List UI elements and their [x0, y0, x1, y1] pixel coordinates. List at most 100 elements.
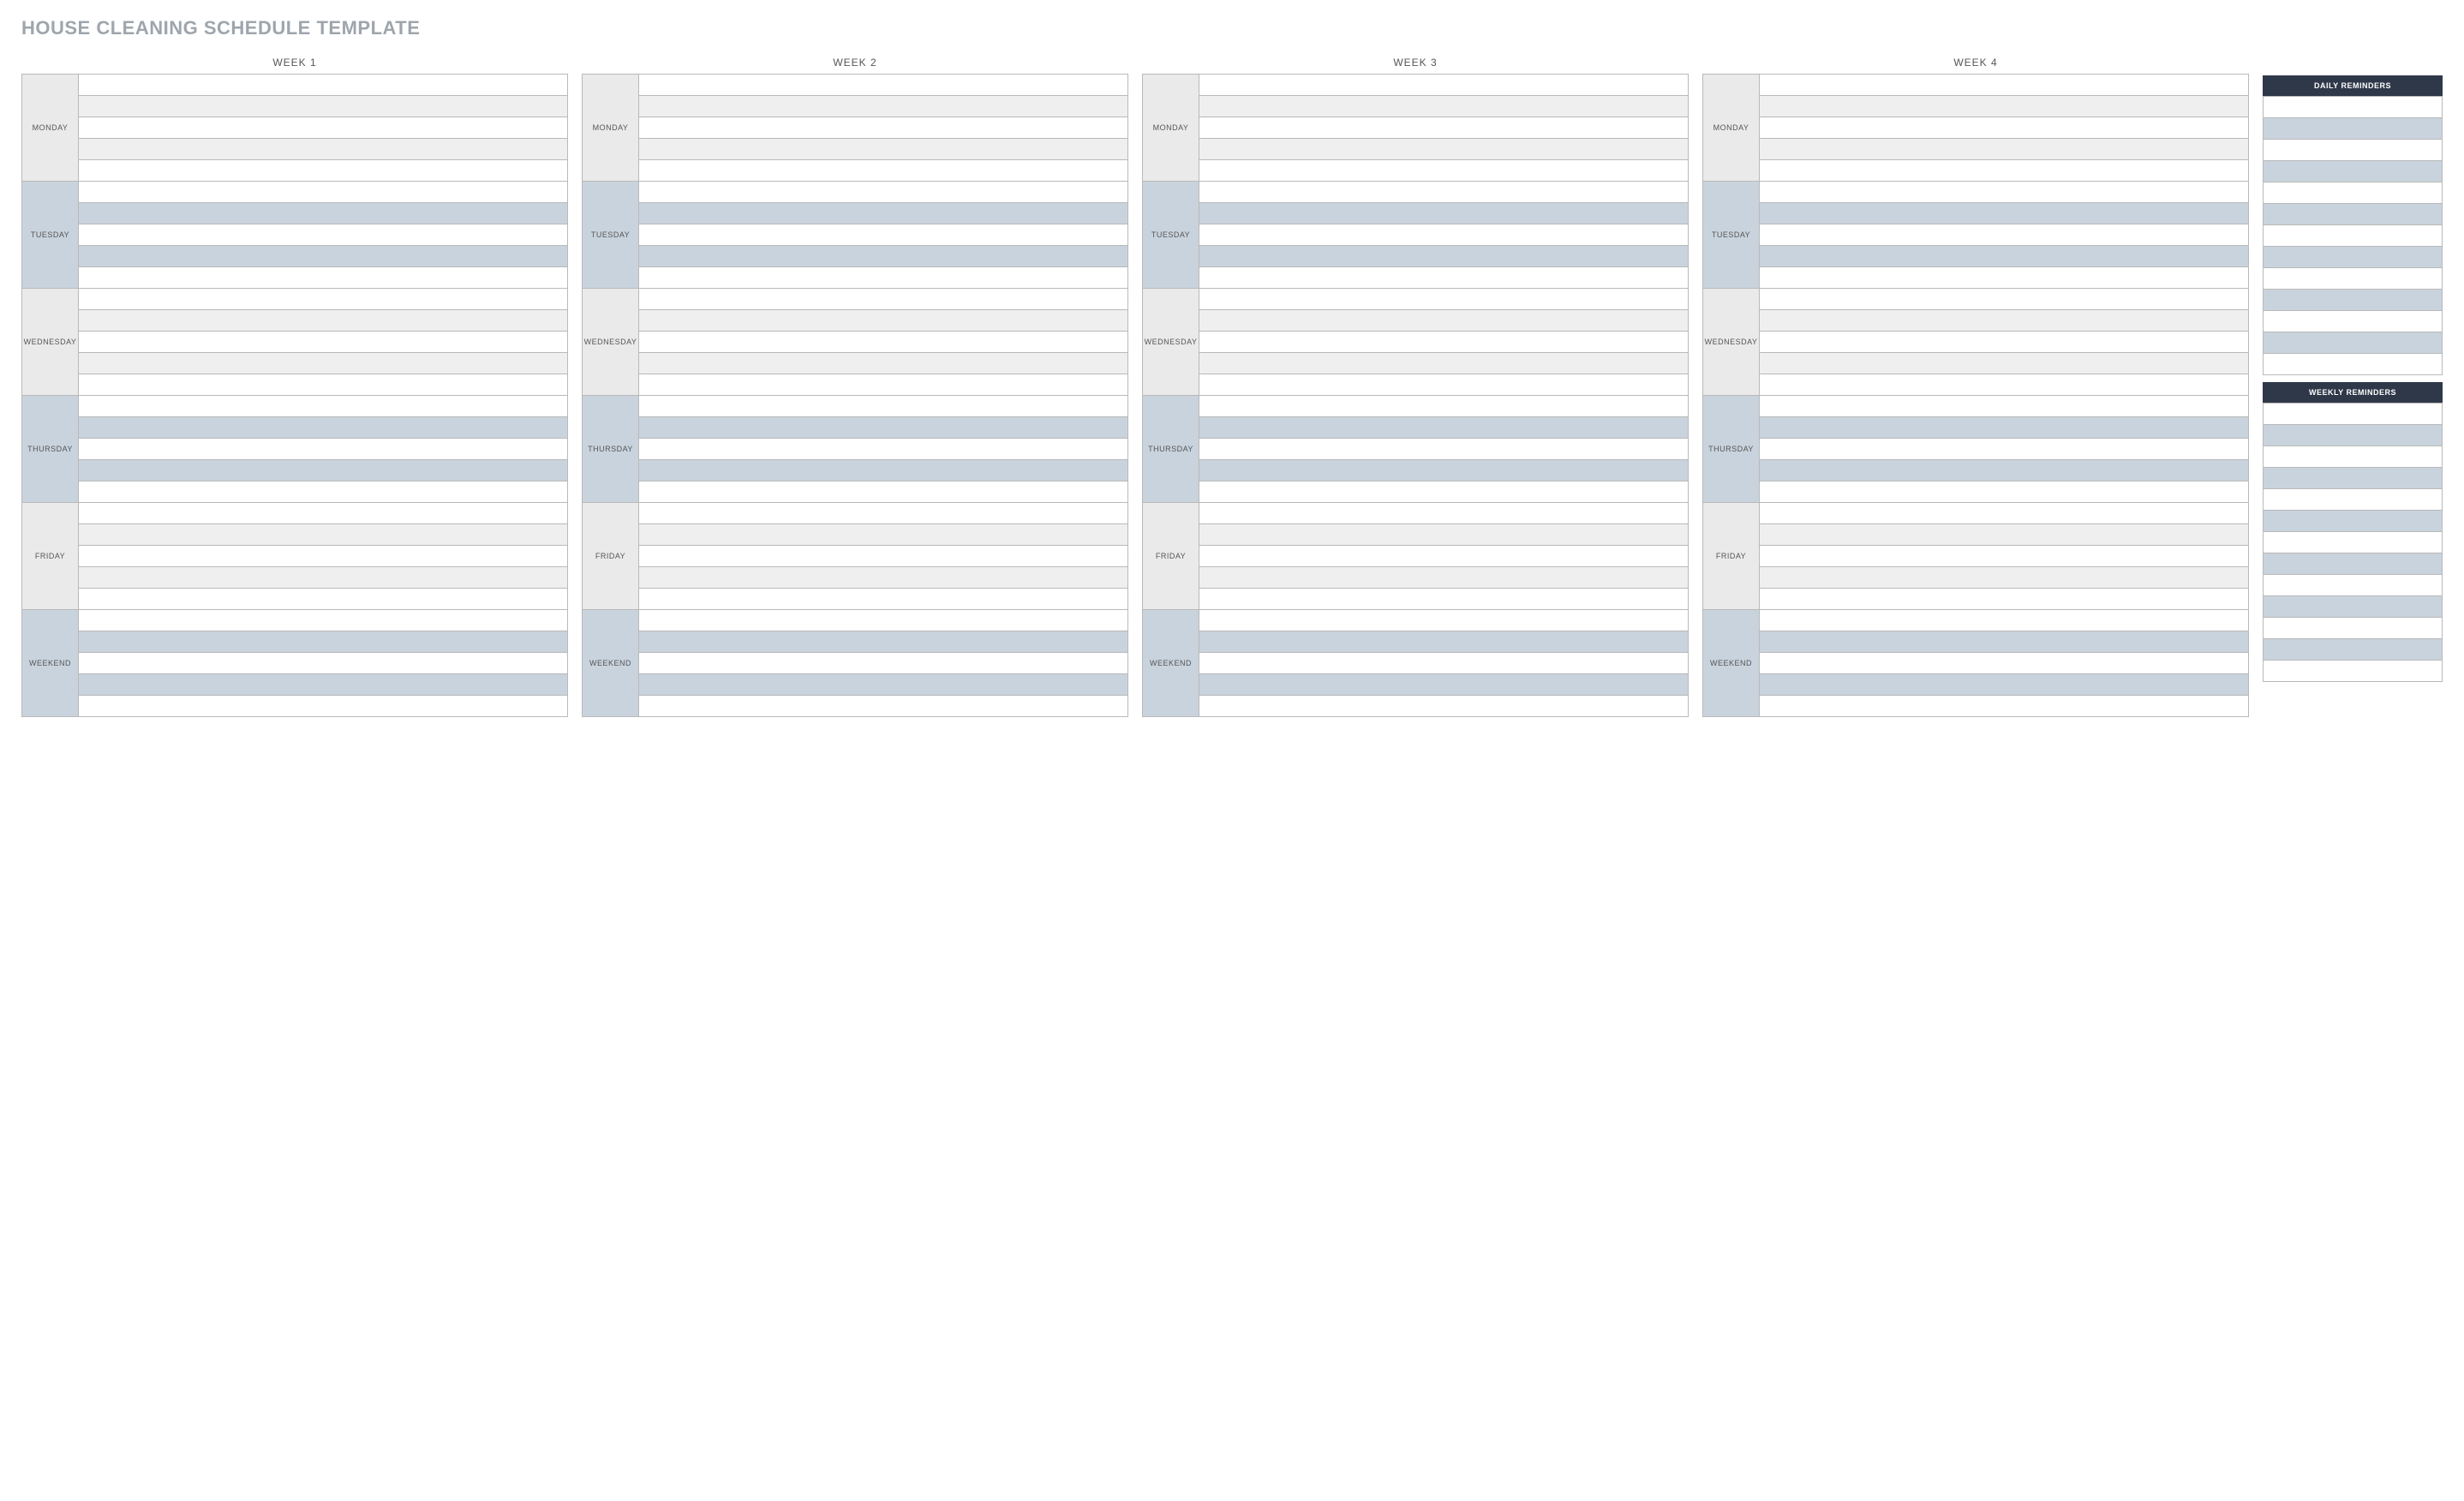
task-cell[interactable] — [1760, 696, 2249, 717]
task-cell[interactable] — [1199, 203, 1689, 224]
task-cell[interactable] — [1199, 610, 1689, 631]
task-cell[interactable] — [79, 289, 568, 310]
reminder-cell[interactable] — [2264, 639, 2443, 661]
task-cell[interactable] — [79, 374, 568, 396]
reminder-cell[interactable] — [2264, 225, 2443, 247]
task-cell[interactable] — [1199, 374, 1689, 396]
task-cell[interactable] — [79, 653, 568, 674]
task-cell[interactable] — [79, 589, 568, 610]
reminder-cell[interactable] — [2264, 311, 2443, 332]
task-cell[interactable] — [1760, 289, 2249, 310]
task-cell[interactable] — [1199, 631, 1689, 653]
task-cell[interactable] — [1199, 182, 1689, 203]
reminder-cell[interactable] — [2264, 182, 2443, 204]
task-cell[interactable] — [1760, 75, 2249, 96]
task-cell[interactable] — [79, 353, 568, 374]
task-cell[interactable] — [79, 567, 568, 589]
task-cell[interactable] — [79, 160, 568, 182]
task-cell[interactable] — [79, 524, 568, 546]
task-cell[interactable] — [1760, 310, 2249, 332]
task-cell[interactable] — [639, 182, 1128, 203]
reminder-cell[interactable] — [2264, 161, 2443, 182]
task-cell[interactable] — [1760, 524, 2249, 546]
task-cell[interactable] — [1199, 674, 1689, 696]
task-cell[interactable] — [1760, 224, 2249, 246]
task-cell[interactable] — [1760, 460, 2249, 481]
task-cell[interactable] — [1199, 439, 1689, 460]
task-cell[interactable] — [639, 353, 1128, 374]
task-cell[interactable] — [639, 160, 1128, 182]
task-cell[interactable] — [79, 460, 568, 481]
reminder-cell[interactable] — [2264, 247, 2443, 268]
task-cell[interactable] — [79, 332, 568, 353]
task-cell[interactable] — [639, 289, 1128, 310]
task-cell[interactable] — [79, 117, 568, 139]
task-cell[interactable] — [639, 503, 1128, 524]
task-cell[interactable] — [639, 460, 1128, 481]
reminder-cell[interactable] — [2264, 404, 2443, 425]
task-cell[interactable] — [1199, 289, 1689, 310]
task-cell[interactable] — [79, 503, 568, 524]
task-cell[interactable] — [639, 439, 1128, 460]
task-cell[interactable] — [639, 481, 1128, 503]
task-cell[interactable] — [1760, 439, 2249, 460]
task-cell[interactable] — [639, 139, 1128, 160]
task-cell[interactable] — [1760, 546, 2249, 567]
task-cell[interactable] — [1199, 332, 1689, 353]
task-cell[interactable] — [1760, 674, 2249, 696]
task-cell[interactable] — [79, 75, 568, 96]
task-cell[interactable] — [79, 439, 568, 460]
task-cell[interactable] — [1760, 610, 2249, 631]
task-cell[interactable] — [639, 631, 1128, 653]
task-cell[interactable] — [639, 374, 1128, 396]
task-cell[interactable] — [79, 310, 568, 332]
reminder-cell[interactable] — [2264, 425, 2443, 446]
task-cell[interactable] — [639, 117, 1128, 139]
task-cell[interactable] — [1199, 567, 1689, 589]
reminder-cell[interactable] — [2264, 97, 2443, 118]
reminder-cell[interactable] — [2264, 661, 2443, 682]
task-cell[interactable] — [639, 203, 1128, 224]
task-cell[interactable] — [79, 396, 568, 417]
task-cell[interactable] — [1199, 696, 1689, 717]
reminder-cell[interactable] — [2264, 332, 2443, 354]
reminder-cell[interactable] — [2264, 553, 2443, 575]
task-cell[interactable] — [1760, 182, 2249, 203]
task-cell[interactable] — [1199, 546, 1689, 567]
task-cell[interactable] — [1760, 139, 2249, 160]
task-cell[interactable] — [1199, 75, 1689, 96]
task-cell[interactable] — [1760, 203, 2249, 224]
task-cell[interactable] — [639, 546, 1128, 567]
task-cell[interactable] — [639, 589, 1128, 610]
task-cell[interactable] — [1199, 503, 1689, 524]
task-cell[interactable] — [79, 139, 568, 160]
task-cell[interactable] — [1760, 589, 2249, 610]
task-cell[interactable] — [639, 653, 1128, 674]
task-cell[interactable] — [79, 674, 568, 696]
task-cell[interactable] — [639, 246, 1128, 267]
reminder-cell[interactable] — [2264, 290, 2443, 311]
task-cell[interactable] — [79, 224, 568, 246]
task-cell[interactable] — [639, 524, 1128, 546]
task-cell[interactable] — [1199, 267, 1689, 289]
reminder-cell[interactable] — [2264, 618, 2443, 639]
task-cell[interactable] — [639, 610, 1128, 631]
task-cell[interactable] — [639, 267, 1128, 289]
task-cell[interactable] — [79, 203, 568, 224]
reminder-cell[interactable] — [2264, 140, 2443, 161]
reminder-cell[interactable] — [2264, 489, 2443, 511]
task-cell[interactable] — [639, 396, 1128, 417]
task-cell[interactable] — [639, 417, 1128, 439]
task-cell[interactable] — [1760, 653, 2249, 674]
task-cell[interactable] — [1760, 396, 2249, 417]
task-cell[interactable] — [639, 96, 1128, 117]
reminder-cell[interactable] — [2264, 532, 2443, 553]
task-cell[interactable] — [639, 75, 1128, 96]
task-cell[interactable] — [79, 481, 568, 503]
task-cell[interactable] — [1199, 653, 1689, 674]
task-cell[interactable] — [639, 224, 1128, 246]
task-cell[interactable] — [639, 674, 1128, 696]
task-cell[interactable] — [1760, 481, 2249, 503]
task-cell[interactable] — [1760, 374, 2249, 396]
task-cell[interactable] — [1760, 567, 2249, 589]
